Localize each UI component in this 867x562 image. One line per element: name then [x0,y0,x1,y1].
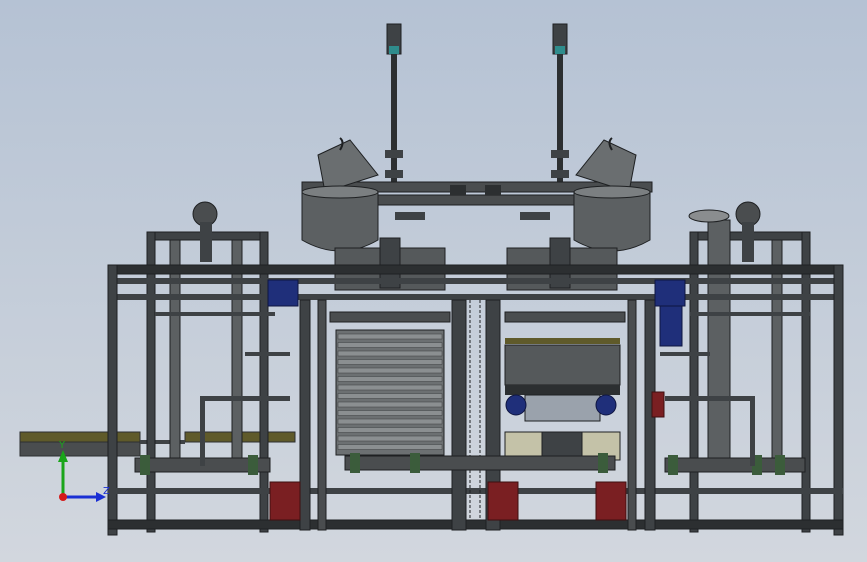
press-slat [337,393,443,399]
right-press-module [504,311,626,467]
y-axis-label: Y [58,440,66,451]
left-hopper [301,137,379,252]
left-press-module [329,311,451,456]
press-slat [337,410,443,416]
press-slat [337,359,443,365]
right-hopper [573,137,651,252]
press-slat [337,350,443,357]
press-slat [337,401,443,408]
cad-viewport[interactable]: Y Z [0,0,867,562]
press-slat [337,435,443,442]
right-roller-shaft [664,455,806,475]
press-slat [337,376,443,382]
center-roller-shaft [344,453,616,473]
press-slat [337,427,443,433]
press-slat [337,418,443,425]
press-slat [337,342,443,348]
press-slat [337,333,443,340]
press-slat [337,367,443,374]
press-slat [337,384,443,391]
z-axis-label: Z [103,486,110,497]
left-lift-column [385,23,403,184]
right-lift-column [551,23,569,184]
left-side-tower [146,201,269,533]
machine-assembly-drawing[interactable]: Y Z [0,0,867,562]
press-slat [337,444,443,450]
blue-motors [267,279,686,416]
right-side-tower [688,201,811,533]
